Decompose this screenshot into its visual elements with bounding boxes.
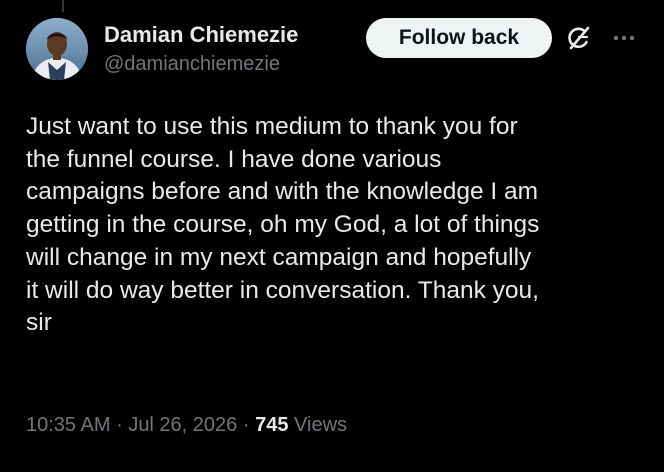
meta-separator: · — [116, 414, 123, 436]
tweet-date: Jul 26, 2026 — [128, 414, 238, 436]
avatar[interactable] — [26, 18, 88, 80]
author-handle[interactable]: @damianchiemezie — [104, 50, 298, 78]
avatar-photo-icon — [26, 18, 88, 80]
tweet-metadata: 10:35 AM · Jul 26, 2026 · 745 Views — [26, 411, 347, 439]
tweet-body-text: Just want to use this medium to thank yo… — [26, 113, 540, 337]
author-display-name[interactable]: Damian Chiemezie — [104, 20, 298, 50]
views-count: 745 — [255, 414, 289, 436]
more-options-icon[interactable] — [610, 24, 638, 52]
views-label: Views — [294, 414, 348, 436]
author-info: Damian Chiemezie @damianchiemezie — [104, 20, 298, 78]
ellipsis-icon — [613, 35, 635, 41]
follow-back-button[interactable]: Follow back — [366, 18, 552, 58]
grok-logo-icon — [568, 26, 590, 50]
meta-separator-views: · — [242, 414, 250, 436]
tweet-timestamp-link[interactable]: 10:35 AM · Jul 26, 2026 — [26, 414, 237, 436]
grok-icon[interactable] — [565, 24, 593, 52]
thread-connector-line — [62, 0, 64, 12]
tweet-time: 10:35 AM — [26, 414, 111, 436]
